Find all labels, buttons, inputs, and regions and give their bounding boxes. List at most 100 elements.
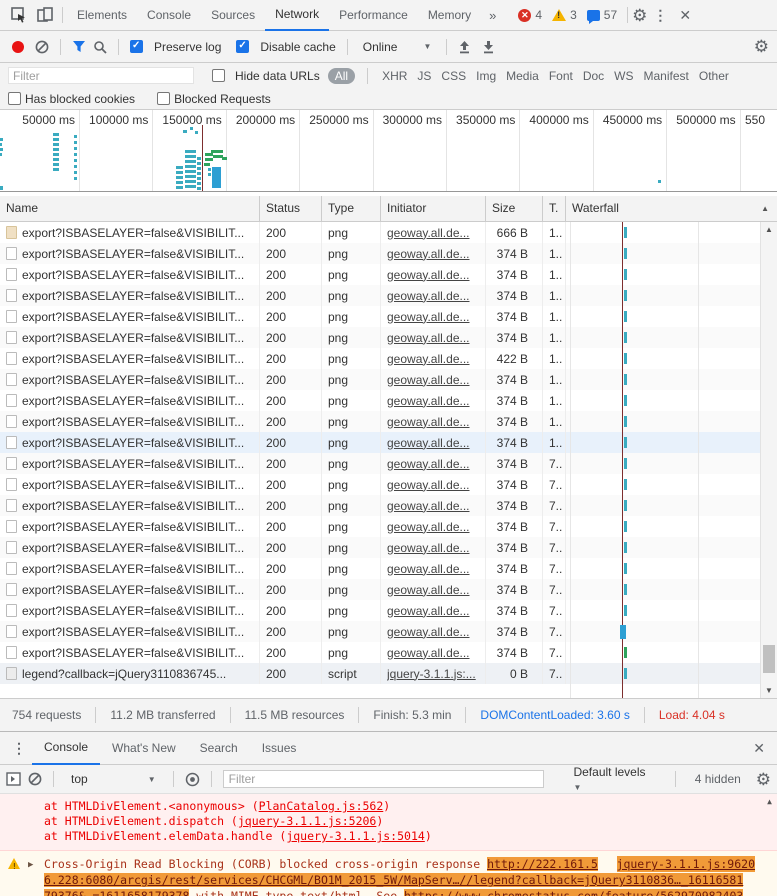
hide-data-urls-checkbox[interactable] [212, 69, 225, 82]
table-scrollbar[interactable]: ▲▼ [760, 222, 777, 698]
request-row[interactable]: export?ISBASELAYER=false&VISIBILIT...200… [0, 348, 777, 369]
initiator-link[interactable]: geoway.all.de... [387, 352, 470, 366]
column-header-waterfall[interactable]: Waterfall▲ [566, 196, 777, 221]
throttling-dropdown[interactable]: Online▼ [359, 40, 436, 54]
request-row[interactable]: export?ISBASELAYER=false&VISIBILIT...200… [0, 369, 777, 390]
filter-funnel-icon[interactable] [72, 40, 86, 53]
search-icon[interactable] [93, 40, 107, 54]
live-expression-eye-icon[interactable] [185, 772, 200, 787]
initiator-link[interactable]: geoway.all.de... [387, 394, 470, 408]
request-row[interactable]: export?ISBASELAYER=false&VISIBILIT...200… [0, 327, 777, 348]
message-badge-icon[interactable] [587, 10, 600, 21]
drawer-tab-console[interactable]: Console [32, 732, 100, 765]
initiator-link[interactable]: geoway.all.de... [387, 373, 470, 387]
request-row[interactable]: export?ISBASELAYER=false&VISIBILIT...200… [0, 411, 777, 432]
request-row[interactable]: export?ISBASELAYER=false&VISIBILIT...200… [0, 642, 777, 663]
initiator-link[interactable]: geoway.all.de... [387, 625, 470, 639]
console-filter-input[interactable] [223, 770, 545, 788]
initiator-link[interactable]: geoway.all.de... [387, 436, 470, 450]
column-header-type[interactable]: Type [322, 196, 381, 221]
initiator-link[interactable]: geoway.all.de... [387, 478, 470, 492]
filter-type-js[interactable]: JS [413, 69, 435, 83]
request-row[interactable]: export?ISBASELAYER=false&VISIBILIT...200… [0, 264, 777, 285]
request-row[interactable]: export?ISBASELAYER=false&VISIBILIT...200… [0, 579, 777, 600]
export-har-icon[interactable] [482, 40, 495, 54]
request-row[interactable]: export?ISBASELAYER=false&VISIBILIT...200… [0, 495, 777, 516]
request-row[interactable]: export?ISBASELAYER=false&VISIBILIT...200… [0, 243, 777, 264]
disable-cache-checkbox[interactable] [236, 40, 249, 53]
source-file-link[interactable]: jquery-3.1.1.js:5014 [286, 829, 424, 843]
tab-performance[interactable]: Performance [329, 0, 418, 31]
tab-console[interactable]: Console [137, 0, 201, 31]
record-button[interactable] [12, 41, 24, 53]
close-drawer-icon[interactable]: ✕ [747, 740, 771, 757]
filter-type-font[interactable]: Font [545, 69, 577, 83]
console-sidebar-toggle-icon[interactable] [6, 772, 21, 786]
initiator-link[interactable]: geoway.all.de... [387, 289, 470, 303]
filter-type-xhr[interactable]: XHR [378, 69, 411, 83]
initiator-link[interactable]: geoway.all.de... [387, 604, 470, 618]
drawer-tab-what-s-new[interactable]: What's New [100, 732, 188, 765]
network-settings-gear-icon[interactable]: ⚙ [754, 38, 769, 55]
drawer-menu-kebab-icon[interactable]: ⋮ [6, 740, 32, 757]
request-row[interactable]: export?ISBASELAYER=false&VISIBILIT...200… [0, 285, 777, 306]
console-scroll-up-arrow[interactable]: ▲ [767, 797, 772, 806]
filter-type-manifest[interactable]: Manifest [640, 69, 693, 83]
source-file-link[interactable]: jquery-3.1.1.js:5206 [238, 814, 376, 828]
device-toolbar-icon[interactable] [35, 5, 55, 25]
more-tabs-button[interactable]: » [481, 8, 504, 23]
import-har-icon[interactable] [458, 40, 471, 54]
console-source-link[interactable]: jquery-3.1.1.js:9620 [617, 856, 755, 872]
column-header-initiator[interactable]: Initiator [381, 196, 486, 221]
drawer-tab-search[interactable]: Search [188, 732, 250, 765]
initiator-link[interactable]: geoway.all.de... [387, 457, 470, 471]
network-overview-timeline[interactable]: 50000 ms100000 ms150000 ms200000 ms25000… [0, 110, 777, 192]
scrollbar-thumb[interactable] [763, 645, 775, 673]
column-header-t[interactable]: T. [543, 196, 566, 221]
inspect-element-icon[interactable] [9, 5, 29, 25]
initiator-link[interactable]: geoway.all.de... [387, 310, 470, 324]
warning-badge-icon[interactable] [552, 9, 566, 21]
initiator-link[interactable]: geoway.all.de... [387, 562, 470, 576]
request-row[interactable]: export?ISBASELAYER=false&VISIBILIT...200… [0, 222, 777, 243]
request-row[interactable]: export?ISBASELAYER=false&VISIBILIT...200… [0, 390, 777, 411]
request-row[interactable]: export?ISBASELAYER=false&VISIBILIT...200… [0, 432, 777, 453]
filter-type-all[interactable]: All [328, 68, 355, 84]
filter-type-ws[interactable]: WS [610, 69, 637, 83]
scroll-down-arrow[interactable]: ▼ [761, 686, 777, 695]
initiator-link[interactable]: geoway.all.de... [387, 331, 470, 345]
filter-type-img[interactable]: Img [472, 69, 500, 83]
clear-console-icon[interactable] [28, 772, 42, 786]
close-devtools-icon[interactable]: ✕ [673, 7, 697, 24]
hidden-messages-count[interactable]: 4 hidden [695, 772, 741, 786]
column-header-size[interactable]: Size [486, 196, 543, 221]
expand-caret-icon[interactable]: ▶ [28, 857, 33, 873]
initiator-link[interactable]: jquery-3.1.1.js:... [387, 667, 476, 681]
has-blocked-cookies-checkbox[interactable] [8, 92, 21, 105]
filter-type-other[interactable]: Other [695, 69, 733, 83]
log-levels-dropdown[interactable]: Default levels ▼ [573, 765, 656, 793]
source-file-link[interactable]: PlanCatalog.js:562 [259, 799, 384, 813]
initiator-link[interactable]: geoway.all.de... [387, 226, 470, 240]
tab-memory[interactable]: Memory [418, 0, 481, 31]
filter-type-media[interactable]: Media [502, 69, 543, 83]
preserve-log-checkbox[interactable] [130, 40, 143, 53]
initiator-link[interactable]: geoway.all.de... [387, 415, 470, 429]
error-count[interactable]: 4 [535, 8, 542, 22]
warning-count[interactable]: 3 [570, 8, 577, 22]
initiator-link[interactable]: geoway.all.de... [387, 520, 470, 534]
column-header-name[interactable]: Name [0, 196, 260, 221]
menu-kebab-icon[interactable]: ⋮ [647, 7, 673, 24]
initiator-link[interactable]: geoway.all.de... [387, 583, 470, 597]
tab-network[interactable]: Network [265, 0, 329, 31]
request-row[interactable]: legend?callback=jQuery3110836745...200sc… [0, 663, 777, 684]
request-row[interactable]: export?ISBASELAYER=false&VISIBILIT...200… [0, 516, 777, 537]
initiator-link[interactable]: geoway.all.de... [387, 646, 470, 660]
request-row[interactable]: export?ISBASELAYER=false&VISIBILIT...200… [0, 453, 777, 474]
column-header-status[interactable]: Status [260, 196, 322, 221]
console-settings-gear-icon[interactable]: ⚙ [756, 771, 771, 788]
tab-sources[interactable]: Sources [201, 0, 265, 31]
request-row[interactable]: export?ISBASELAYER=false&VISIBILIT...200… [0, 474, 777, 495]
initiator-link[interactable]: geoway.all.de... [387, 268, 470, 282]
request-row[interactable]: export?ISBASELAYER=false&VISIBILIT...200… [0, 621, 777, 642]
